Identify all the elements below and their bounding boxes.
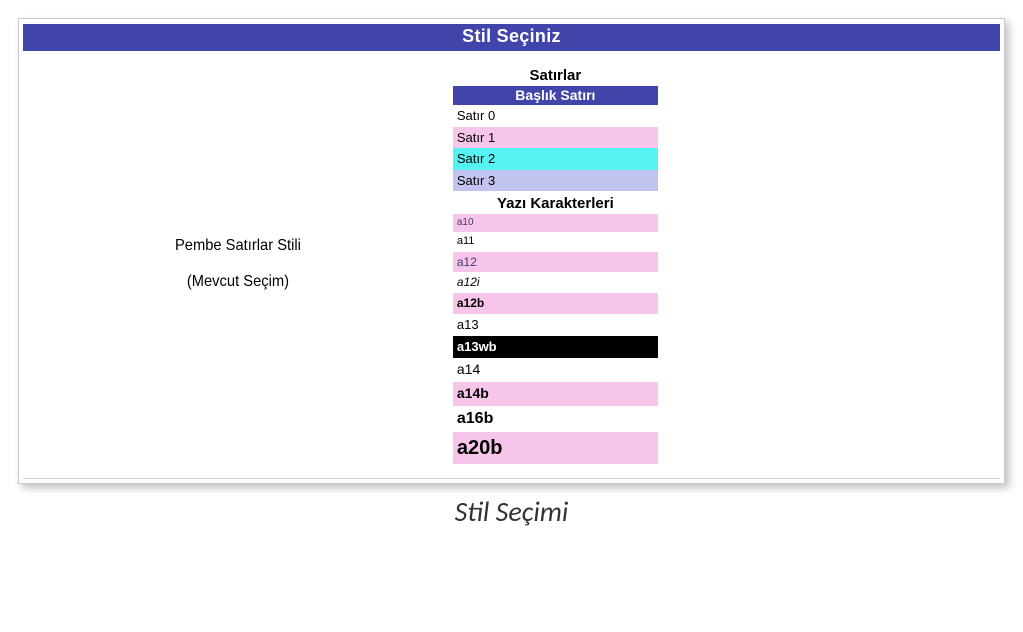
fonts-section-title: Yazı Karakterleri [453, 193, 658, 214]
font-sample-a10[interactable]: a10 [453, 214, 658, 232]
content-row: Pembe Satırlar Stili (Mevcut Seçim) Satı… [23, 65, 1000, 472]
font-sample-a12[interactable]: a12 [453, 252, 658, 273]
font-sample-a14[interactable]: a14 [453, 358, 658, 382]
font-sample-a12b[interactable]: a12b [453, 293, 658, 314]
sample-row-0[interactable]: Satır 0 [453, 105, 658, 127]
sample-row-2[interactable]: Satır 2 [453, 148, 658, 170]
font-sample-a13wb[interactable]: a13wb [453, 336, 658, 358]
current-selection-label: (Mevcut Seçim) [187, 273, 289, 291]
figure-caption: Stil Seçimi [18, 494, 1005, 529]
font-sample-a14b[interactable]: a14b [453, 382, 658, 406]
font-sample-a11[interactable]: a11 [453, 232, 658, 251]
sample-row-3[interactable]: Satır 3 [453, 170, 658, 192]
sample-row-1[interactable]: Satır 1 [453, 127, 658, 149]
font-sample-a16b[interactable]: a16b [453, 406, 658, 432]
page-root: Stil Seçiniz Pembe Satırlar Stili (Mevcu… [0, 0, 1023, 632]
preview-column: Satırlar Başlık Satırı Satır 0 Satır 1 S… [453, 65, 658, 464]
font-sample-a20b[interactable]: a20b [453, 432, 658, 464]
font-sample-a12i[interactable]: a12i [453, 272, 658, 293]
divider [23, 478, 1000, 479]
rows-section-title: Satırlar [453, 65, 658, 86]
style-name-label: Pembe Satırlar Stili [175, 237, 301, 255]
header-row[interactable]: Başlık Satırı [453, 86, 658, 105]
font-sample-a13[interactable]: a13 [453, 314, 658, 336]
current-style-info: Pembe Satırlar Stili (Mevcut Seçim) [40, 65, 435, 464]
page-title: Stil Seçiniz [23, 24, 1000, 51]
style-chooser-card: Stil Seçiniz Pembe Satırlar Stili (Mevcu… [18, 18, 1005, 484]
